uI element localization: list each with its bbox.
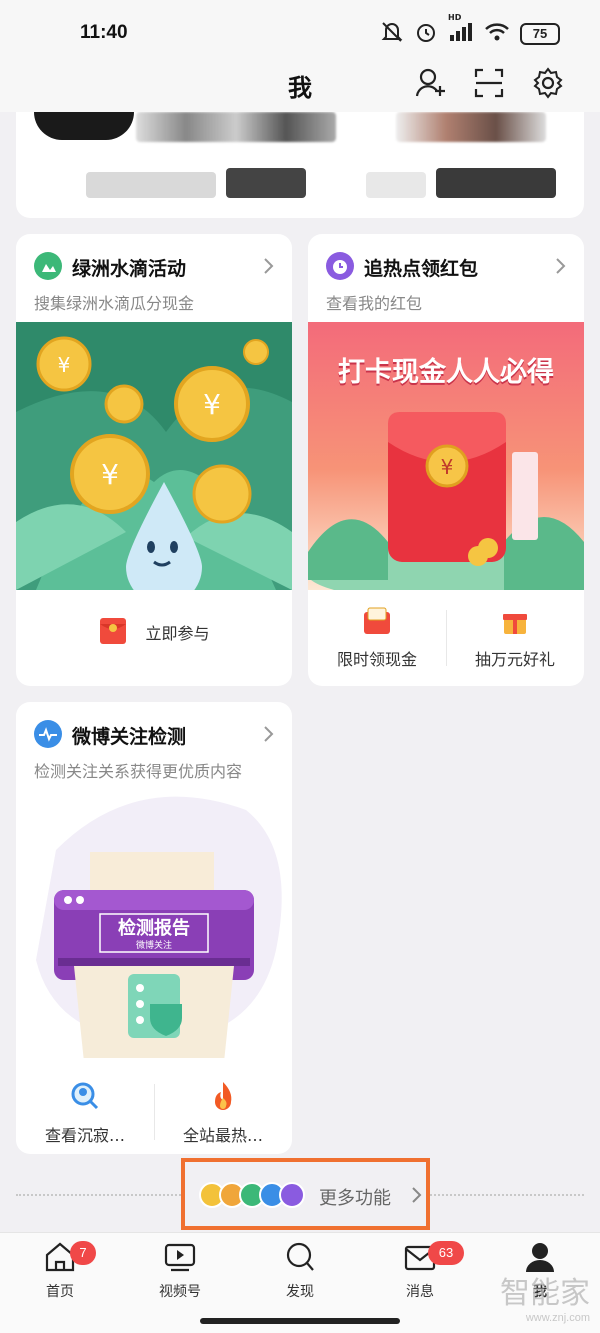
battery-indicator: 75 bbox=[520, 23, 560, 45]
svg-text:¥: ¥ bbox=[101, 458, 119, 491]
home-indicator[interactable] bbox=[200, 1318, 400, 1324]
user-name bbox=[436, 168, 556, 198]
trending-label: 全站最热… bbox=[182, 1126, 263, 1145]
red-envelope-icon bbox=[98, 614, 128, 650]
oasis-banner-image[interactable]: ¥ ¥ ¥ bbox=[16, 322, 292, 605]
oasis-activity-card[interactable]: 绿洲水滴活动 搜集绿洲水滴瓜分现金 ¥ ¥ ¥ 立即参与 bbox=[16, 234, 292, 686]
gift-draw-label: 抽万元好礼 bbox=[474, 650, 555, 669]
status-icons: HD 75 bbox=[380, 13, 560, 48]
user-name bbox=[366, 172, 426, 198]
weibo-follow-check-card[interactable]: 微博关注检测 检测关注关系获得更优质内容 检测报告 微博关注 查看沉寂… 全站最… bbox=[16, 702, 292, 1154]
more-functions-label: 更多功能 bbox=[319, 1188, 391, 1209]
signal-icon: HD bbox=[448, 13, 474, 47]
hongbao-card-subtitle: 查看我的红包 bbox=[326, 294, 423, 313]
avatar bbox=[136, 112, 336, 142]
flame-icon bbox=[207, 1080, 239, 1116]
watermark-url: www.znj.com bbox=[525, 1312, 590, 1324]
gift-draw-button[interactable]: 抽万元好礼 bbox=[446, 606, 584, 670]
more-functions-button[interactable]: 更多功能 bbox=[181, 1158, 430, 1230]
scan-icon[interactable] bbox=[472, 66, 506, 100]
chevron-right-icon bbox=[554, 256, 568, 276]
oasis-action-label: 立即参与 bbox=[145, 624, 210, 643]
chevron-right-icon bbox=[262, 724, 276, 744]
report-subtitle: 微博关注 bbox=[135, 941, 172, 951]
recent-visitors-card[interactable] bbox=[16, 112, 584, 218]
oasis-card-title: 绿洲水滴活动 bbox=[72, 258, 187, 280]
report-title: 检测报告 bbox=[118, 918, 190, 939]
page-title: 我 bbox=[288, 74, 312, 102]
weibo-check-card-subtitle: 检测关注关系获得更优质内容 bbox=[34, 762, 243, 781]
avatar bbox=[34, 112, 134, 140]
cash-reward-label: 限时领现金 bbox=[336, 650, 417, 669]
chevron-right-icon bbox=[411, 1186, 423, 1208]
tab-label: 发现 bbox=[286, 1284, 314, 1300]
hongbao-card[interactable]: 追热点领红包 查看我的红包 打卡现金人人必得 ¥ 限时领现金 抽万元好礼 bbox=[308, 234, 584, 686]
mute-icon bbox=[380, 21, 404, 47]
user-name bbox=[86, 172, 216, 198]
pulse-icon bbox=[34, 720, 62, 748]
oasis-icon bbox=[34, 252, 62, 280]
chevron-right-icon bbox=[262, 256, 276, 276]
status-time: 11:40 bbox=[80, 22, 128, 43]
trending-button[interactable]: 全站最热… bbox=[154, 1080, 292, 1146]
wifi-icon bbox=[484, 21, 510, 47]
search-icon bbox=[286, 1242, 314, 1271]
oasis-join-button[interactable]: 立即参与 bbox=[16, 614, 292, 650]
dotted-divider bbox=[430, 1194, 584, 1196]
video-icon bbox=[164, 1243, 196, 1272]
dotted-divider bbox=[16, 1194, 181, 1196]
settings-gear-icon[interactable] bbox=[531, 66, 565, 100]
svg-text:¥: ¥ bbox=[58, 353, 71, 377]
silent-follows-label: 查看沉寂… bbox=[44, 1126, 125, 1145]
search-person-icon bbox=[69, 1080, 101, 1116]
network-label: HD bbox=[448, 13, 462, 22]
cash-ticket-icon bbox=[362, 606, 392, 640]
watermark-text: 智能家 bbox=[500, 1276, 590, 1311]
svg-text:¥: ¥ bbox=[203, 388, 221, 421]
cash-reward-button[interactable]: 限时领现金 bbox=[308, 606, 446, 670]
notification-badge: 7 bbox=[70, 1241, 96, 1265]
hongbao-banner-image[interactable]: 打卡现金人人必得 ¥ bbox=[308, 322, 584, 590]
add-friend-icon[interactable] bbox=[414, 66, 448, 100]
tab-discover[interactable]: 发现 bbox=[260, 1241, 340, 1301]
tab-label: 视频号 bbox=[159, 1284, 201, 1300]
feature-icons-stack bbox=[199, 1182, 311, 1208]
user-name bbox=[226, 168, 306, 198]
svg-text:¥: ¥ bbox=[441, 455, 454, 479]
avatar bbox=[396, 112, 546, 142]
status-bar: 11:40 HD 75 bbox=[0, 0, 600, 62]
oasis-card-subtitle: 搜集绿洲水滴瓜分现金 bbox=[34, 294, 195, 313]
weibo-check-card-title: 微博关注检测 bbox=[72, 726, 187, 748]
page-header: 我 bbox=[0, 62, 600, 112]
tab-label: 消息 bbox=[406, 1284, 434, 1300]
alarm-icon bbox=[414, 20, 438, 48]
silent-follows-button[interactable]: 查看沉寂… bbox=[16, 1080, 154, 1146]
report-banner-image[interactable]: 检测报告 微博关注 bbox=[16, 790, 292, 1058]
gift-box-icon bbox=[500, 606, 530, 640]
tab-label: 首页 bbox=[46, 1284, 74, 1300]
notification-badge: 63 bbox=[428, 1241, 464, 1265]
alarm-clock-icon bbox=[326, 252, 354, 280]
hongbao-card-title: 追热点领红包 bbox=[364, 258, 479, 280]
tab-video[interactable]: 视频号 bbox=[140, 1241, 220, 1301]
watermark: 智能家 www.znj.com bbox=[500, 1268, 590, 1324]
